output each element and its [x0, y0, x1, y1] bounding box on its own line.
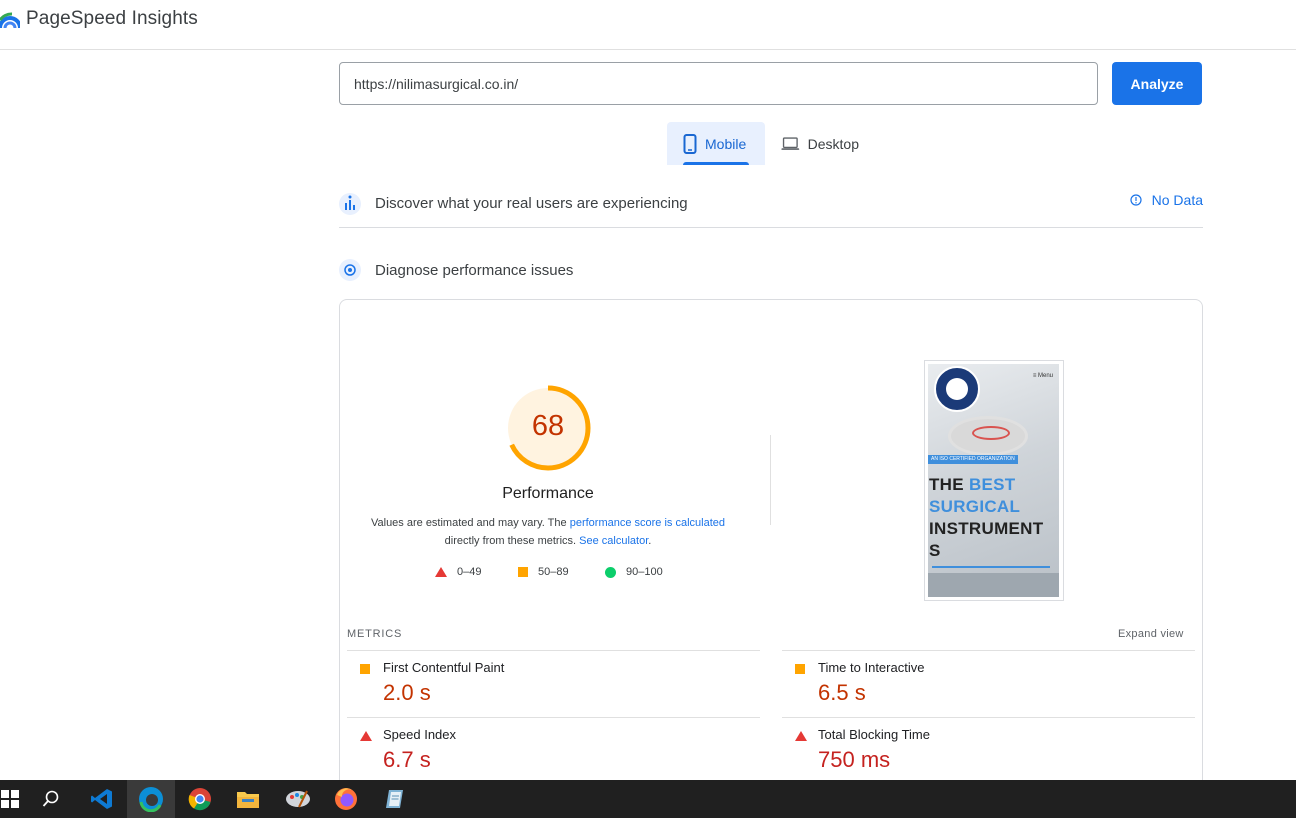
- headline-best: BEST: [968, 475, 1016, 494]
- url-input[interactable]: [339, 62, 1098, 105]
- tab-mobile[interactable]: Mobile: [667, 122, 765, 165]
- metric-label: Speed Index: [383, 727, 457, 742]
- metric-time-to-interactive: Time to Interactive 6.5 s: [782, 650, 1195, 717]
- tab-desktop[interactable]: Desktop: [765, 122, 875, 165]
- score-note: Values are estimated and may vary. The p…: [365, 514, 731, 550]
- headline-surgical: SURGICAL: [929, 497, 1021, 516]
- lab-data-icon: [339, 259, 361, 281]
- average-square-icon: [518, 567, 528, 577]
- firefox-icon[interactable]: [322, 780, 370, 818]
- site-badge: AN ISO CERTIFIED ORGANIZATION: [928, 455, 1018, 464]
- tab-selected-indicator: [683, 162, 749, 165]
- app-header: PageSpeed Insights: [0, 0, 1296, 50]
- metric-value: 2.0 s: [383, 680, 431, 705]
- performance-label: Performance: [502, 485, 594, 502]
- note-text-2: directly from these metrics.: [444, 535, 580, 547]
- see-calculator-link[interactable]: See calculator: [579, 535, 648, 547]
- fail-triangle-icon: [360, 731, 372, 741]
- legend-fail-label: 0–49: [457, 566, 482, 578]
- legend-average: 50–89: [518, 566, 569, 578]
- real-users-section[interactable]: Discover what your real users are experi…: [339, 180, 1203, 228]
- search-icon[interactable]: [27, 780, 75, 818]
- chrome-icon[interactable]: [176, 780, 224, 818]
- metric-label: Time to Interactive: [818, 660, 925, 675]
- site-menu-label: ≡ Menu: [1032, 373, 1053, 379]
- diagnose-section: Diagnose performance issues: [339, 250, 1203, 290]
- metric-total-blocking-time: Total Blocking Time 750 ms: [782, 717, 1195, 784]
- mobile-icon: [683, 133, 697, 154]
- paint-icon[interactable]: [274, 780, 322, 818]
- performance-score: 68: [531, 410, 565, 442]
- page-screenshot: ≡ Menu AN ISO CERTIFIED ORGANIZATION THE…: [928, 364, 1059, 597]
- tab-mobile-label: Mobile: [705, 135, 747, 152]
- average-square-icon: [795, 664, 805, 674]
- metric-label: Total Blocking Time: [818, 727, 930, 742]
- tab-desktop-label: Desktop: [807, 135, 859, 152]
- edge-icon[interactable]: [127, 780, 175, 818]
- average-square-icon: [360, 664, 370, 674]
- site-headline: THE BEST SURGICAL INSTRUMENT S: [929, 474, 1043, 562]
- expand-view-toggle[interactable]: Expand view: [1118, 628, 1184, 640]
- metric-label: First Contentful Paint: [383, 660, 505, 675]
- real-users-title: Discover what your real users are experi…: [375, 195, 688, 212]
- headline-instrument: INSTRUMENT: [929, 519, 1044, 538]
- legend-fail: 0–49: [435, 566, 481, 578]
- site-logo-icon: [934, 366, 980, 412]
- legend-average-label: 50–89: [538, 566, 569, 578]
- info-icon: [1130, 194, 1142, 206]
- lamp-ring: [972, 426, 1010, 440]
- no-data-label: No Data: [1151, 192, 1203, 208]
- vscode-icon[interactable]: [78, 780, 126, 818]
- file-explorer-icon[interactable]: [224, 780, 272, 818]
- metric-speed-index: Speed Index 6.7 s: [347, 717, 760, 784]
- metric-value: 6.5 s: [818, 680, 866, 705]
- field-data-icon: [339, 192, 361, 215]
- site-underline: [932, 566, 1050, 568]
- site-bottom-band: [928, 573, 1059, 597]
- legend-pass: 90–100: [605, 566, 663, 578]
- legend-pass-label: 90–100: [626, 566, 663, 578]
- fail-triangle-icon: [795, 731, 807, 741]
- metric-first-contentful-paint: First Contentful Paint 2.0 s: [347, 650, 760, 717]
- notepad-icon[interactable]: [371, 780, 419, 818]
- no-data-indicator[interactable]: No Data: [1130, 192, 1203, 208]
- headline-the: THE: [929, 475, 969, 494]
- pass-circle-icon: [605, 566, 616, 578]
- metrics-title: METRICS: [347, 628, 403, 640]
- headline-s: S: [929, 541, 941, 560]
- metric-value: 6.7 s: [383, 747, 431, 772]
- diagnose-title: Diagnose performance issues: [375, 261, 574, 279]
- windows-taskbar: [0, 780, 1296, 818]
- fail-triangle-icon: [435, 567, 447, 577]
- metric-value: 750 ms: [818, 747, 891, 772]
- vertical-divider: [770, 435, 771, 525]
- pagespeed-logo-icon[interactable]: [0, 8, 20, 30]
- analyze-button[interactable]: Analyze: [1112, 62, 1202, 105]
- score-calculated-link[interactable]: performance score is calculated: [570, 517, 725, 529]
- app-title[interactable]: PageSpeed Insights: [26, 8, 198, 30]
- laptop-icon: [781, 136, 800, 150]
- note-end: .: [648, 535, 652, 547]
- note-text-1: Values are estimated and may vary. The: [370, 517, 570, 529]
